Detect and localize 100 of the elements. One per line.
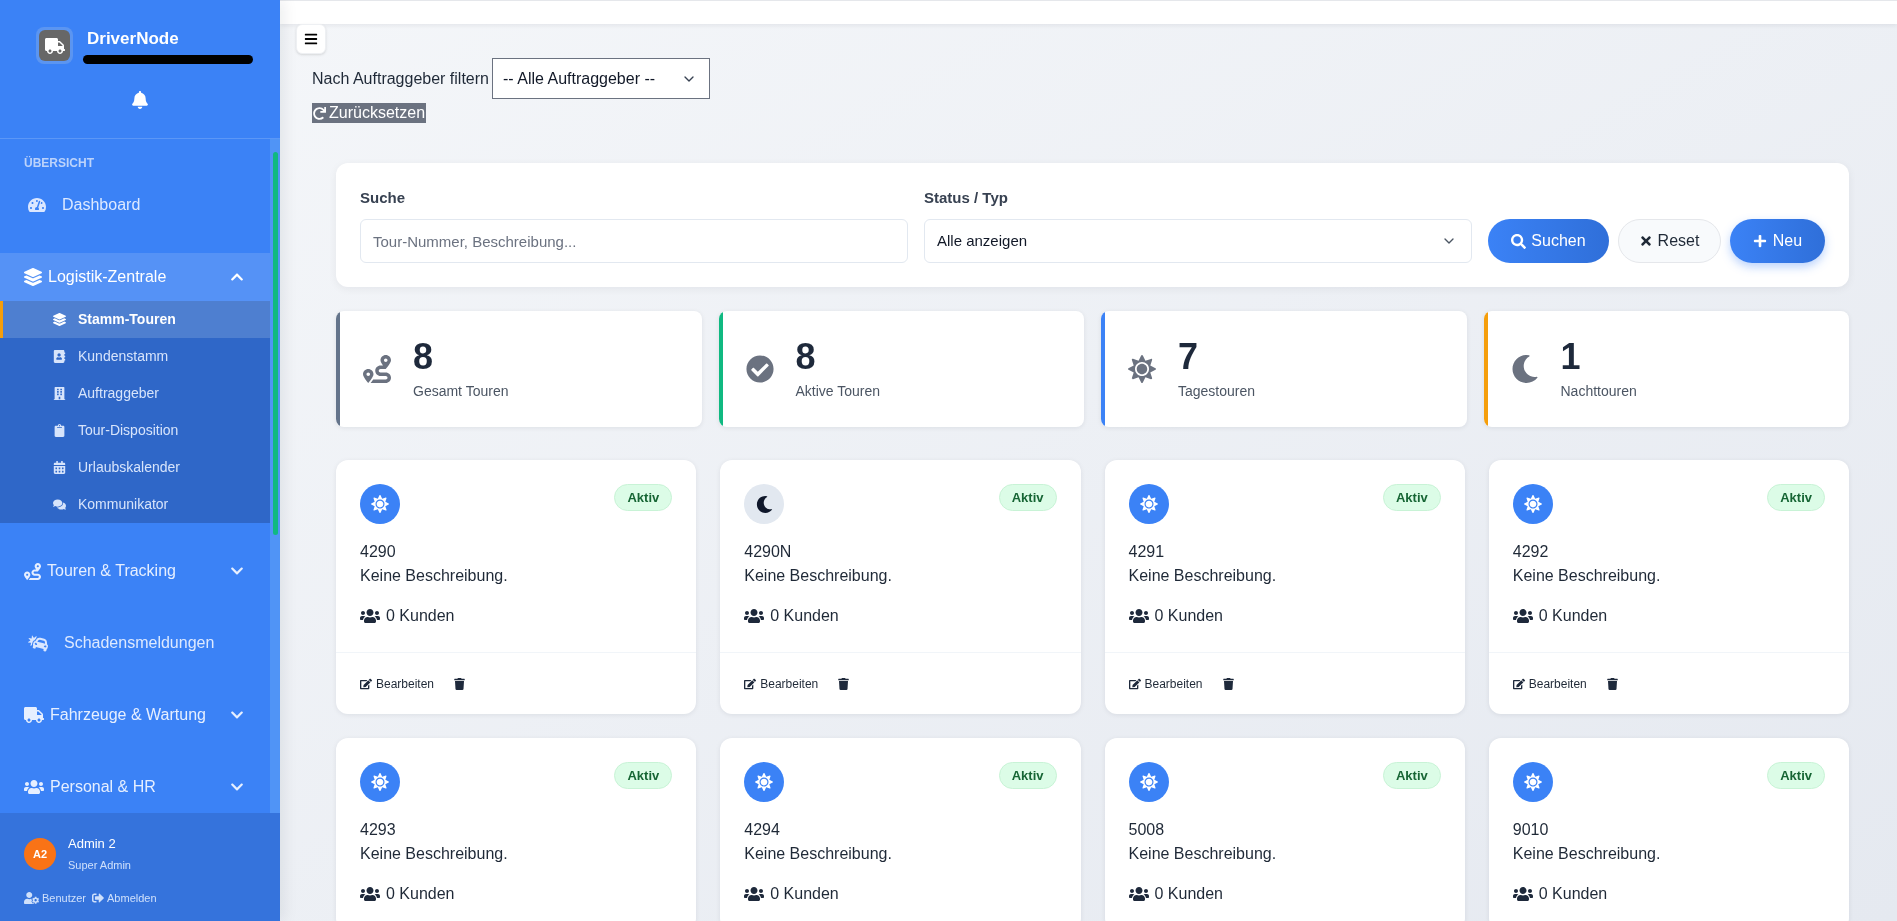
submenu-item[interactable]: Stamm-Touren — [0, 301, 270, 338]
tour-number: 4290 — [360, 542, 397, 562]
search-label: Suche — [360, 188, 406, 208]
status-badge: Aktiv — [614, 762, 673, 789]
submenu-item[interactable]: Kommunikator — [0, 486, 270, 523]
trash-icon — [838, 677, 850, 690]
stat-label: Tagestouren — [1178, 382, 1256, 401]
users-icon — [1128, 608, 1149, 624]
nav-group-toggle[interactable]: Touren & Tracking — [0, 547, 270, 595]
brand-name: DriverNode — [87, 27, 180, 50]
menu-icon — [304, 32, 318, 46]
trash-icon — [1222, 677, 1234, 690]
tour-description: Keine Beschreibung. — [744, 566, 893, 586]
user-link[interactable]: Abmelden — [92, 890, 157, 906]
trash-icon — [454, 677, 466, 690]
user-link[interactable]: Benutzer — [24, 890, 87, 906]
stat-label: Nachttouren — [1560, 382, 1637, 401]
layers-icon — [24, 268, 42, 286]
menu-button[interactable] — [296, 24, 326, 54]
tour-description: Keine Beschreibung. — [360, 566, 509, 586]
tour-number: 4292 — [1512, 542, 1550, 562]
tour-description: Keine Beschreibung. — [744, 844, 893, 864]
route-icon — [363, 355, 391, 383]
users-icon — [1512, 886, 1533, 902]
route-icon — [24, 562, 41, 580]
stat-label: Gesamt Touren — [413, 382, 509, 401]
sun-icon — [1128, 355, 1156, 383]
trash-icon — [1606, 677, 1618, 690]
edit-link[interactable]: Bearbeiten — [360, 674, 435, 693]
users-icon — [744, 886, 765, 902]
nav-group-toggle[interactable]: Logistik-Zentrale — [0, 253, 270, 301]
edit-link[interactable]: Bearbeiten — [1512, 674, 1587, 693]
submenu-item[interactable]: Urlaubskalender — [0, 449, 270, 486]
sidebar-item[interactable]: Schadensmeldungen — [0, 619, 270, 667]
address-book-icon — [53, 350, 66, 363]
sidebar-item[interactable]: Dashboard — [0, 181, 270, 229]
users-icon — [1512, 608, 1533, 624]
delete-button[interactable] — [1222, 677, 1234, 690]
user-role: Super Admin — [68, 858, 131, 873]
customer-count: 0 Kunden — [386, 884, 455, 904]
edit-icon — [744, 677, 757, 690]
status-badge: Aktiv — [998, 762, 1057, 789]
tour-description: Keine Beschreibung. — [1512, 566, 1662, 586]
stat-label: Aktive Touren — [795, 382, 881, 401]
tour-number: 5008 — [1128, 820, 1166, 840]
tour-description: Keine Beschreibung. — [1512, 844, 1662, 864]
tour-number: 9010 — [1512, 820, 1550, 840]
status-badge: Aktiv — [1767, 484, 1825, 511]
customer-count: 0 Kunden — [1538, 884, 1608, 904]
filter-label: Nach Auftraggeber filtern — [312, 68, 489, 89]
sun-icon — [744, 762, 785, 802]
reset-filter-button[interactable]: Zurücksetzen — [312, 103, 427, 123]
client-filter-select[interactable]: -- Alle Auftraggeber -- — [492, 58, 710, 99]
customer-count: 0 Kunden — [770, 884, 839, 904]
search-button[interactable]: Suchen — [1488, 219, 1609, 263]
status-badge: Aktiv — [1382, 484, 1441, 511]
status-select[interactable]: Alle anzeigen — [924, 219, 1472, 263]
stat-value: 7 — [1178, 337, 1200, 377]
section-label: ÜBERSICHT — [23, 155, 95, 171]
search-field[interactable]: Tour-Nummer, Beschreibung... — [360, 219, 908, 263]
nav-group-toggle[interactable]: Fahrzeuge & Wartung — [0, 691, 270, 739]
nav-group-toggle[interactable]: Personal & HR — [0, 763, 270, 811]
search-icon — [1511, 233, 1527, 249]
calendar-icon — [53, 461, 66, 474]
stat-value: 8 — [413, 337, 435, 377]
gauge-icon — [28, 196, 46, 214]
new-button[interactable]: Neu — [1730, 219, 1825, 263]
redo-icon — [313, 106, 326, 120]
plus-icon — [1752, 234, 1767, 248]
edit-icon — [1512, 677, 1525, 690]
submenu-item[interactable]: Tour-Disposition — [0, 412, 270, 449]
edit-icon — [360, 677, 372, 690]
customer-count: 0 Kunden — [1154, 606, 1223, 626]
delete-button[interactable] — [454, 677, 466, 690]
users-icon — [360, 886, 380, 902]
edit-link[interactable]: Bearbeiten — [744, 674, 819, 693]
logout-icon — [92, 892, 105, 904]
reset-button[interactable]: Reset — [1618, 219, 1721, 263]
edit-link[interactable]: Bearbeiten — [1128, 674, 1203, 693]
submenu-item[interactable]: Kundenstamm — [0, 338, 270, 375]
building-icon — [53, 387, 66, 400]
delete-button[interactable] — [838, 677, 850, 690]
user-name: Admin 2 — [68, 835, 117, 853]
customer-count: 0 Kunden — [1154, 884, 1223, 904]
scrollbar-thumb[interactable] — [272, 152, 278, 535]
submenu-item[interactable]: Auftraggeber — [0, 375, 270, 412]
users-icon — [1128, 886, 1149, 902]
tour-description: Keine Beschreibung. — [360, 844, 509, 864]
customer-count: 0 Kunden — [770, 606, 839, 626]
bell-icon[interactable] — [132, 91, 148, 109]
users-icon — [360, 608, 380, 624]
status-badge: Aktiv — [1382, 762, 1441, 789]
stat-value: 8 — [795, 337, 817, 377]
users-icon — [24, 779, 44, 795]
sun-icon — [1128, 762, 1169, 802]
tour-description: Keine Beschreibung. — [1128, 566, 1278, 586]
close-icon — [1639, 234, 1652, 248]
tour-description: Keine Beschreibung. — [1128, 844, 1278, 864]
moon-icon — [744, 484, 785, 524]
delete-button[interactable] — [1606, 677, 1618, 690]
